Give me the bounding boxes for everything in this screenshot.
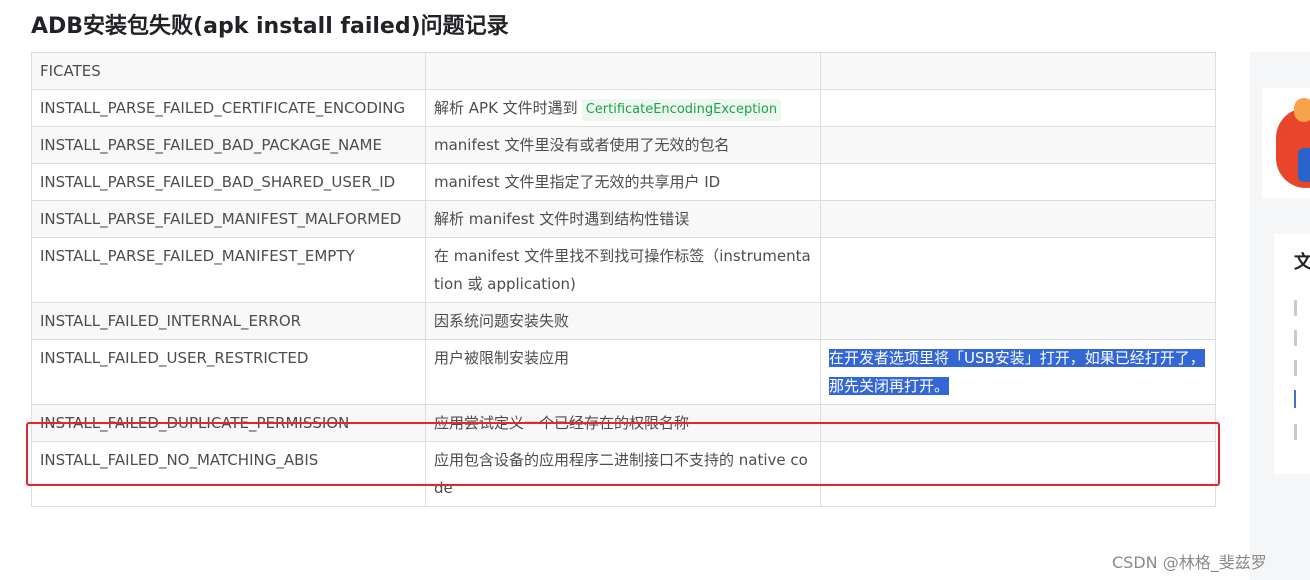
- table-row: INSTALL_PARSE_FAILED_CERTIFICATE_ENCODIN…: [31, 89, 1216, 127]
- solution-cell: [820, 52, 1216, 90]
- description-cell: 应用尝试定义一个已经存在的权限名称: [425, 404, 821, 442]
- article-title: ADB安装包失败(apk install failed)问题记录: [31, 14, 509, 39]
- inline-code: CertificateEncodingException: [581, 99, 782, 121]
- toc-item[interactable]: [1294, 330, 1297, 346]
- description-cell: 解析 APK 文件时遇到 CertificateEncodingException: [425, 89, 821, 127]
- toc-item[interactable]: [1294, 300, 1297, 316]
- solution-cell: [820, 302, 1216, 340]
- error-code-cell: INSTALL_FAILED_USER_RESTRICTED: [31, 339, 426, 405]
- error-code-table: FICATES INSTALL_PARSE_FAILED_CERTIFICATE…: [31, 52, 1216, 507]
- solution-cell: [820, 89, 1216, 127]
- toc-item[interactable]: [1294, 424, 1297, 440]
- solution-cell: [820, 404, 1216, 442]
- solution-cell: [820, 126, 1216, 164]
- description-cell: manifest 文件里没有或者使用了无效的包名: [425, 126, 821, 164]
- error-code-cell: INSTALL_FAILED_DUPLICATE_PERMISSION: [31, 404, 426, 442]
- table-row: INSTALL_PARSE_FAILED_BAD_PACKAGE_NAME ma…: [31, 126, 1216, 164]
- article-header: ADB安装包失败(apk install failed)问题记录: [0, 0, 1310, 52]
- description-cell: [425, 52, 821, 90]
- selected-solution-text[interactable]: 在开发者选项里将「USB安装」打开，如果已经打开了，那先关闭再打开。: [829, 349, 1205, 395]
- description-text: 解析 APK 文件时遇到: [434, 99, 578, 117]
- description-cell: 因系统问题安装失败: [425, 302, 821, 340]
- solution-cell: [820, 163, 1216, 201]
- csdn-watermark: CSDN @林格_斐兹罗: [1112, 553, 1267, 572]
- toc-active-indicator: [1294, 390, 1296, 408]
- description-cell: 应用包含设备的应用程序二进制接口不支持的 native code: [425, 441, 821, 507]
- error-code-cell: FICATES: [31, 52, 426, 90]
- error-code-cell: INSTALL_PARSE_FAILED_BAD_SHARED_USER_ID: [31, 163, 426, 201]
- solution-cell[interactable]: 在开发者选项里将「USB安装」打开，如果已经打开了，那先关闭再打开。: [820, 339, 1216, 405]
- error-code-cell: INSTALL_PARSE_FAILED_CERTIFICATE_ENCODIN…: [31, 89, 426, 127]
- table-row: FICATES: [31, 52, 1216, 90]
- table-row: INSTALL_PARSE_FAILED_MANIFEST_EMPTY 在 ma…: [31, 237, 1216, 303]
- description-cell: 用户被限制安装应用: [425, 339, 821, 405]
- table-row: INSTALL_FAILED_INTERNAL_ERROR 因系统问题安装失败: [31, 302, 1216, 340]
- table-row: INSTALL_PARSE_FAILED_MANIFEST_MALFORMED …: [31, 200, 1216, 238]
- error-code-cell: INSTALL_PARSE_FAILED_MANIFEST_EMPTY: [31, 237, 426, 303]
- table-row: INSTALL_FAILED_DUPLICATE_PERMISSION 应用尝试…: [31, 404, 1216, 442]
- solution-cell: [820, 237, 1216, 303]
- description-cell: manifest 文件里指定了无效的共享用户 ID: [425, 163, 821, 201]
- description-cell: 解析 manifest 文件时遇到结构性错误: [425, 200, 821, 238]
- error-code-cell: INSTALL_FAILED_INTERNAL_ERROR: [31, 302, 426, 340]
- toc-title: 文: [1294, 252, 1310, 273]
- mascot-illustration: [1276, 98, 1310, 190]
- error-code-cell: INSTALL_PARSE_FAILED_BAD_PACKAGE_NAME: [31, 126, 426, 164]
- table-row: INSTALL_PARSE_FAILED_BAD_SHARED_USER_ID …: [31, 163, 1216, 201]
- error-code-cell: INSTALL_FAILED_NO_MATCHING_ABIS: [31, 441, 426, 507]
- error-code-cell: INSTALL_PARSE_FAILED_MANIFEST_MALFORMED: [31, 200, 426, 238]
- toc-item[interactable]: [1294, 360, 1297, 376]
- solution-cell: [820, 441, 1216, 507]
- table-row: INSTALL_FAILED_NO_MATCHING_ABIS 应用包含设备的应…: [31, 441, 1216, 507]
- table-row-highlighted: INSTALL_FAILED_USER_RESTRICTED 用户被限制安装应用…: [31, 339, 1216, 405]
- description-cell: 在 manifest 文件里找不到找可操作标签（instrumentation …: [425, 237, 821, 303]
- solution-cell: [820, 200, 1216, 238]
